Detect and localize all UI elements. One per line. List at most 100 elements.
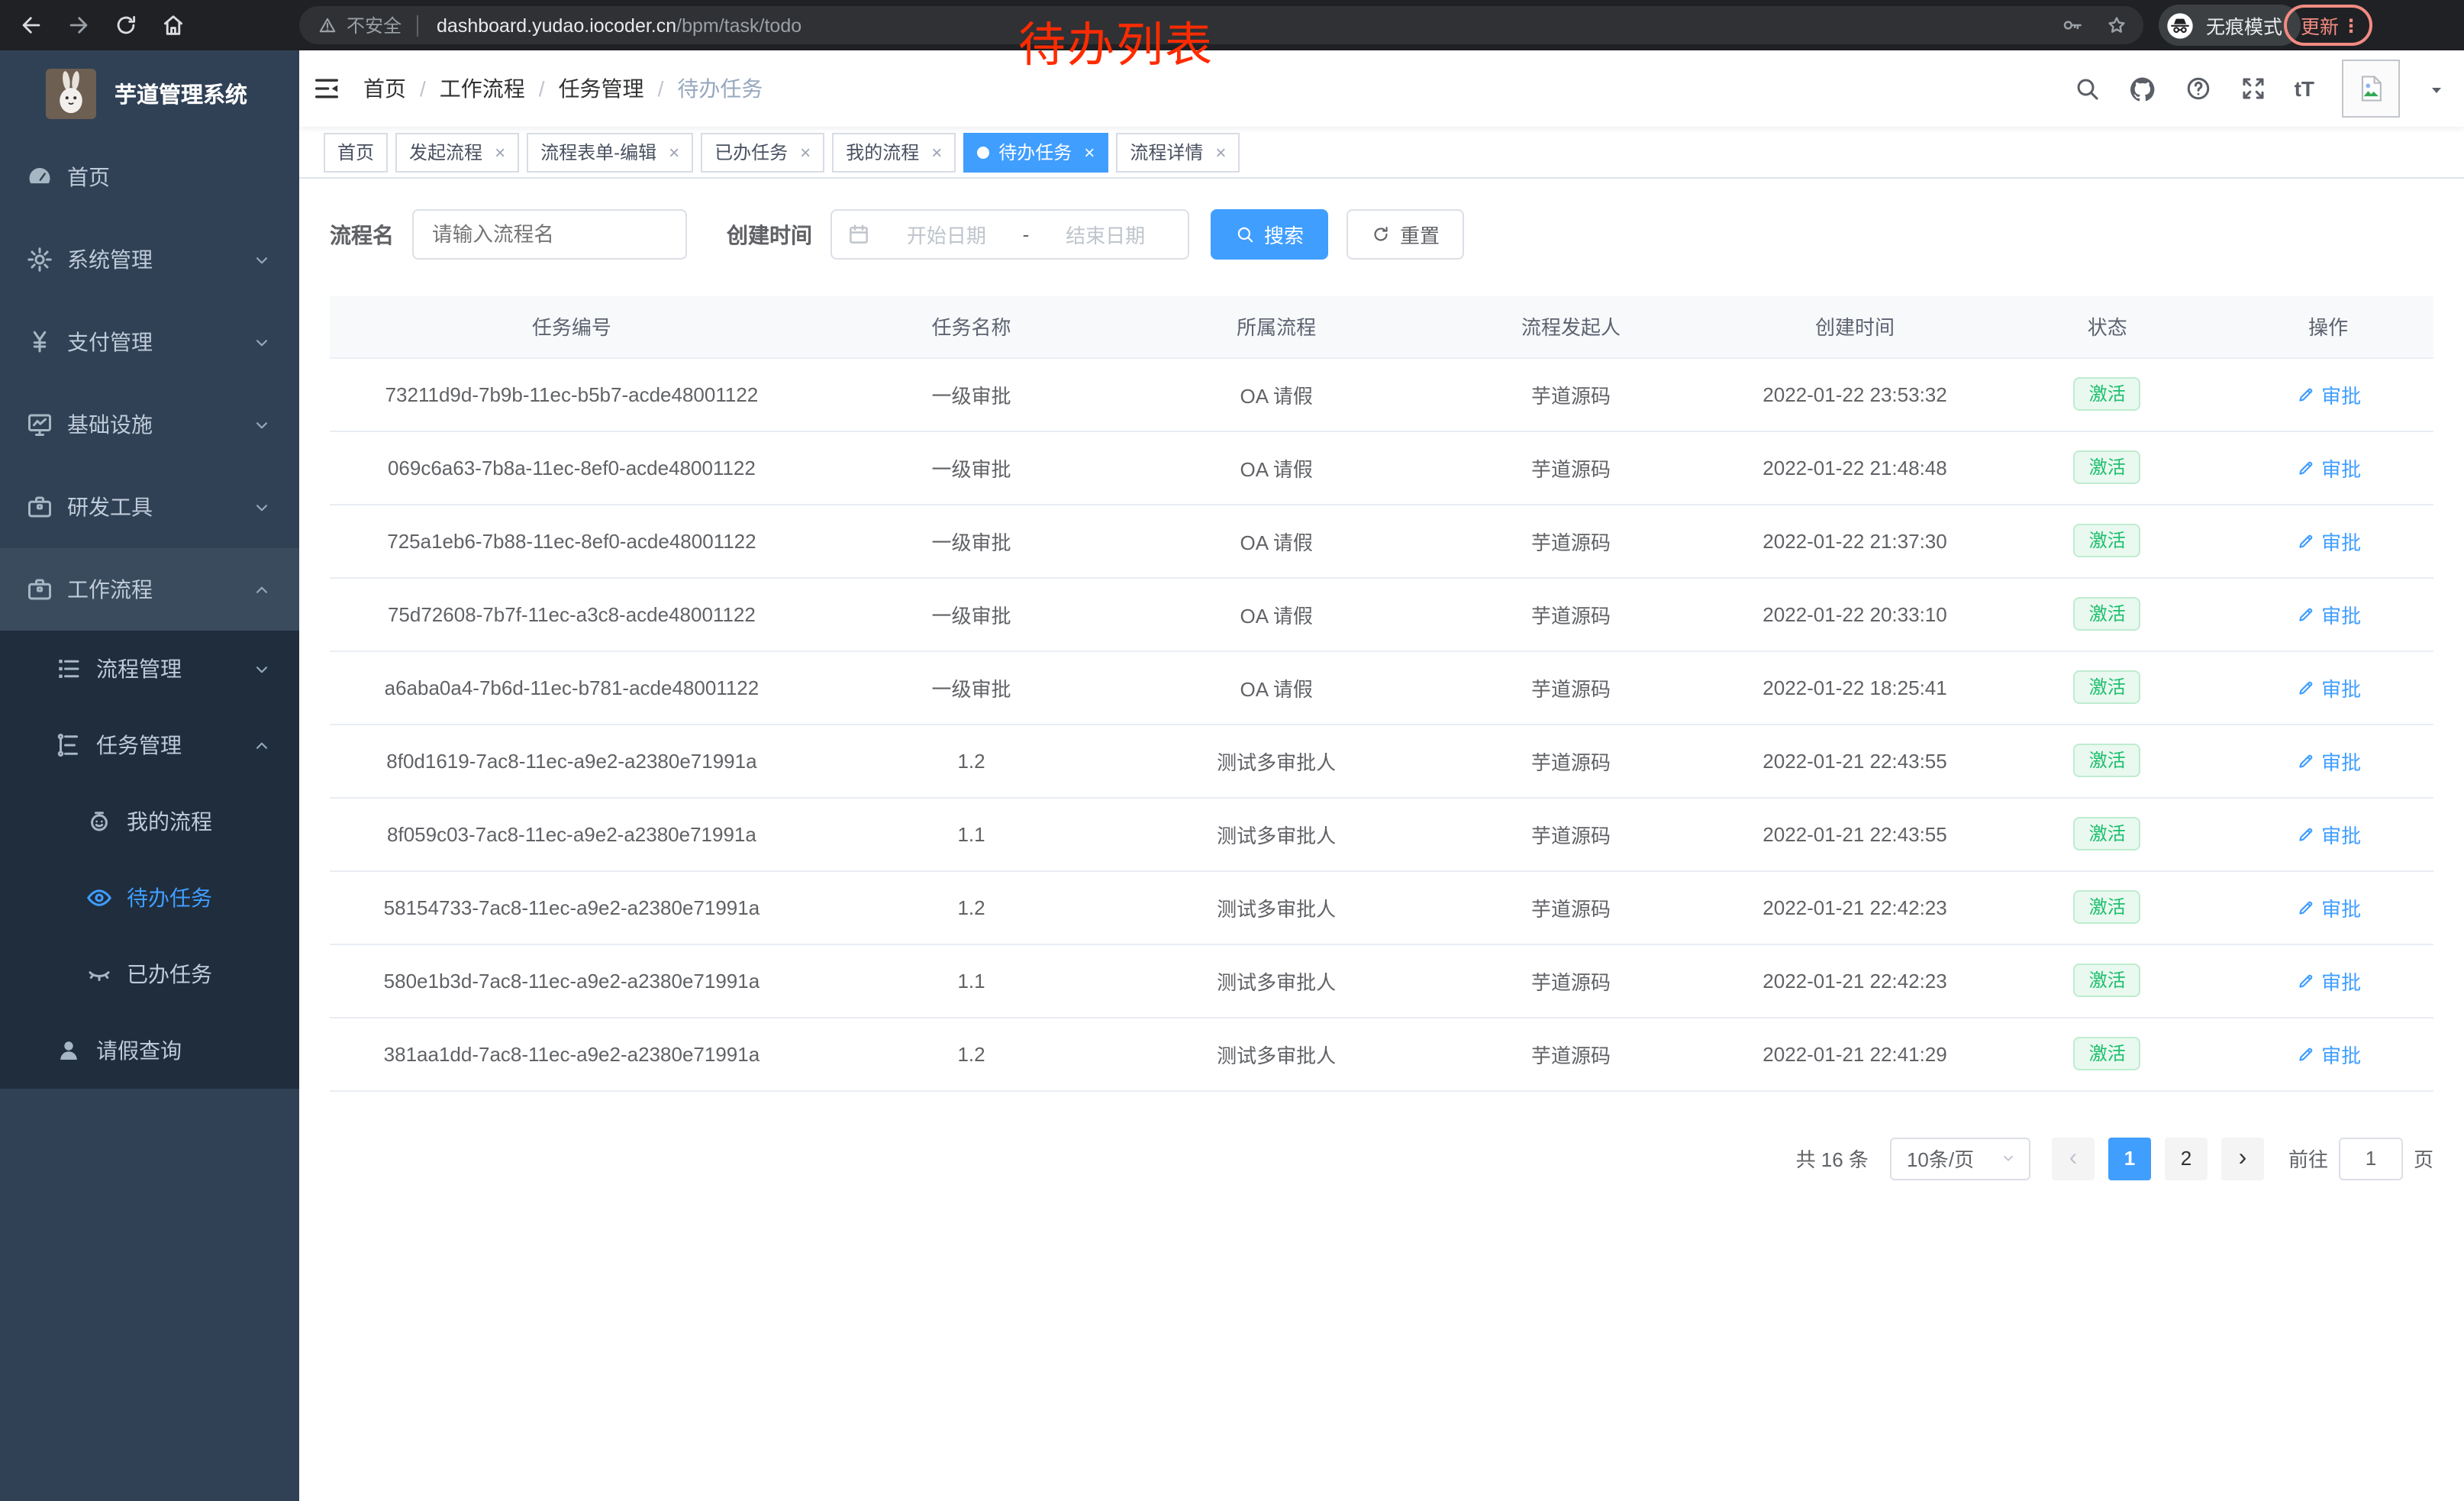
sidebar-item-系统管理[interactable]: 系统管理 (0, 218, 299, 301)
reset-button[interactable]: 重置 (1346, 209, 1464, 260)
sidebar-item-研发工具[interactable]: 研发工具 (0, 466, 299, 548)
edit-pencil-icon (2295, 604, 2315, 624)
next-page-button[interactable] (2221, 1137, 2264, 1180)
browser-reload-icon[interactable] (113, 12, 139, 38)
close-icon[interactable]: × (669, 141, 679, 163)
tab-流程详情[interactable]: 流程详情 × (1116, 132, 1240, 172)
goto-label: 前往 (2288, 1144, 2328, 1173)
status-badge: 激活 (2074, 817, 2141, 851)
table-row: 73211d9d-7b9b-11ec-b5b7-acde48001122 一级审… (330, 357, 2433, 431)
close-icon[interactable]: × (931, 141, 942, 163)
close-icon[interactable]: × (800, 141, 811, 163)
status-badge: 激活 (2074, 524, 2141, 557)
sidebar-item-工作流程[interactable]: 工作流程 (0, 548, 299, 631)
top-navbar: 首页 工作流程 任务管理 待办任务 (299, 50, 2464, 127)
help-icon[interactable] (2185, 75, 2212, 102)
approve-link[interactable]: 审批 (2295, 673, 2361, 702)
sidebar-item-label: 任务管理 (96, 730, 182, 760)
tab-已办任务[interactable]: 已办任务 × (701, 132, 824, 172)
starter-cell: 芋道源码 (1424, 870, 1718, 944)
app-title: 芋道管理系统 (114, 77, 247, 109)
caret-down-icon[interactable] (2427, 79, 2446, 98)
sidebar-item-label: 我的流程 (127, 806, 212, 837)
org-icon (55, 731, 82, 759)
sidebar-item-待办任务[interactable]: 待办任务 (0, 860, 299, 936)
process-name-input[interactable] (412, 209, 687, 260)
tab-待办任务[interactable]: 待办任务 × (963, 132, 1108, 172)
approve-link[interactable]: 审批 (2295, 819, 2361, 848)
approve-link[interactable]: 审批 (2295, 599, 2361, 628)
edit-pencil-icon (2295, 750, 2315, 770)
tab-流程表单-编辑[interactable]: 流程表单-编辑 × (527, 132, 693, 172)
breadcrumb-task-mgmt[interactable]: 任务管理 (539, 73, 644, 104)
sidebar-item-label: 基础设施 (67, 409, 153, 440)
close-icon[interactable]: × (1084, 141, 1095, 163)
browser-menu-icon[interactable] (2342, 11, 2360, 39)
github-icon[interactable] (2128, 74, 2157, 103)
page-2-button[interactable]: 2 (2165, 1137, 2208, 1180)
update-label[interactable]: 更新 (2301, 11, 2339, 40)
sidebar-item-流程管理[interactable]: 流程管理 (0, 631, 299, 707)
tab-首页[interactable]: 首页 (324, 132, 388, 172)
create-time-cell: 2022-01-22 21:37:30 (1718, 504, 1992, 577)
approve-link[interactable]: 审批 (2295, 1039, 2361, 1068)
breadcrumb-workflow[interactable]: 工作流程 (420, 73, 525, 104)
task-name-cell: 一级审批 (814, 650, 1129, 724)
close-icon[interactable]: × (1215, 141, 1226, 163)
search-icon[interactable] (2073, 75, 2101, 102)
tab-我的流程[interactable]: 我的流程 × (832, 132, 956, 172)
chevron-down-icon (252, 497, 272, 517)
approve-link[interactable]: 审批 (2295, 893, 2361, 922)
address-bar[interactable]: 不安全 dashboard.yudao.iocoder.cn /bpm/task… (299, 6, 2143, 44)
approve-link[interactable]: 审批 (2295, 379, 2361, 408)
search-button-icon (1235, 224, 1255, 244)
sidebar-item-首页[interactable]: 首页 (0, 136, 299, 218)
chevron-up-icon (252, 579, 272, 599)
close-icon[interactable]: × (495, 141, 505, 163)
task-name-cell: 一级审批 (814, 357, 1129, 431)
prev-page-button[interactable] (2052, 1137, 2095, 1180)
sidebar-item-请假查询[interactable]: 请假查询 (0, 1012, 299, 1089)
bookmark-star-icon[interactable] (2105, 14, 2128, 37)
fullscreen-icon[interactable] (2240, 75, 2267, 102)
page-size-select[interactable]: 10条/页 (1890, 1137, 2030, 1180)
sidebar-item-支付管理[interactable]: 支付管理 (0, 301, 299, 383)
task-name-cell: 1.1 (814, 797, 1129, 870)
sidebar-item-我的流程[interactable]: 我的流程 (0, 783, 299, 860)
search-button[interactable]: 搜索 (1211, 209, 1328, 260)
security-label[interactable]: 不安全 (347, 12, 402, 38)
approve-link[interactable]: 审批 (2295, 526, 2361, 555)
task-name-cell: 1.2 (814, 1017, 1129, 1090)
task-id-cell: 8f0d1619-7ac8-11ec-a9e2-a2380e71991a (330, 724, 814, 797)
task-id-cell: 381aa1dd-7ac8-11ec-a9e2-a2380e71991a (330, 1017, 814, 1090)
task-id-cell: 8f059c03-7ac8-11ec-a9e2-a2380e71991a (330, 797, 814, 870)
col-task-id: 任务编号 (330, 296, 814, 357)
col-status: 状态 (1992, 296, 2223, 357)
sidebar-item-任务管理[interactable]: 任务管理 (0, 707, 299, 783)
approve-link[interactable]: 审批 (2295, 453, 2361, 482)
sidebar-fold-icon[interactable] (311, 73, 342, 104)
browser-update-button[interactable]: 更新 (2284, 5, 2372, 46)
goto-page-input[interactable] (2339, 1137, 2403, 1180)
browser-back-icon[interactable] (18, 12, 44, 38)
start-date-placeholder[interactable]: 开始日期 (879, 220, 1014, 249)
edit-pencil-icon (2295, 384, 2315, 404)
app-logo[interactable]: 芋道管理系统 (0, 50, 299, 136)
breadcrumb-home[interactable]: 首页 (363, 73, 406, 104)
sidebar-item-基础设施[interactable]: 基础设施 (0, 383, 299, 466)
date-range-picker[interactable]: 开始日期 - 结束日期 (830, 209, 1189, 260)
browser-home-icon[interactable] (160, 12, 186, 38)
end-date-placeholder[interactable]: 结束日期 (1038, 220, 1172, 249)
sidebar-item-已办任务[interactable]: 已办任务 (0, 936, 299, 1012)
sidebar-item-label: 系统管理 (67, 244, 153, 275)
process-name-input-field[interactable] (432, 211, 667, 258)
approve-link[interactable]: 审批 (2295, 746, 2361, 775)
approve-link[interactable]: 审批 (2295, 966, 2361, 995)
browser-forward-icon[interactable] (66, 12, 92, 38)
page-1-button[interactable]: 1 (2108, 1137, 2151, 1180)
task-id-cell: a6aba0a4-7b6d-11ec-b781-acde48001122 (330, 650, 814, 724)
user-avatar[interactable] (2342, 60, 2400, 118)
tab-发起流程[interactable]: 发起流程 × (395, 132, 519, 172)
font-size-icon[interactable] (2295, 76, 2314, 101)
password-key-icon[interactable] (2061, 14, 2084, 37)
